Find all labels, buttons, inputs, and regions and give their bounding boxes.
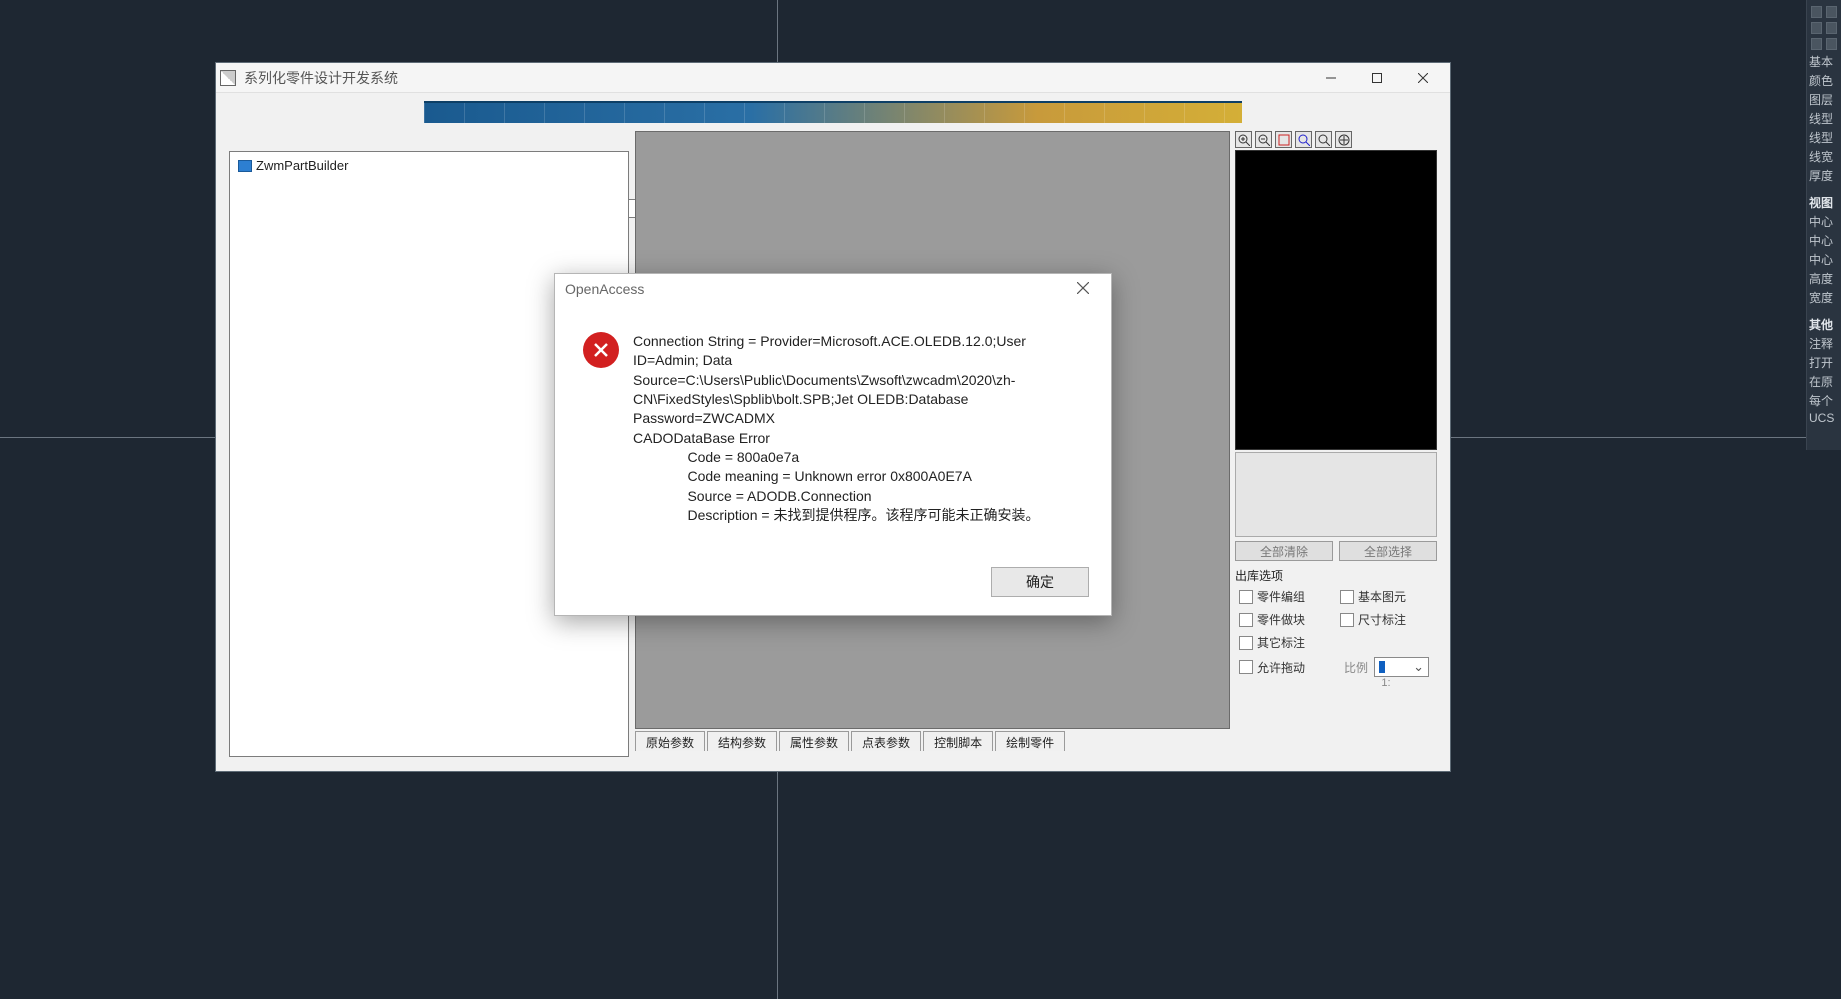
ok-button[interactable]: 确定 [991,567,1089,597]
dialog-title: OpenAccess [565,281,644,297]
palette-icons-row2 [1807,20,1841,36]
bottom-tabs: 原始参数 结构参数 属性参数 点表参数 控制脚本 绘制零件 [635,731,1065,751]
chk-part-group[interactable]: 零件编组 [1239,588,1332,605]
select-all-button[interactable]: 全部选择 [1339,541,1437,561]
clear-all-button[interactable]: 全部清除 [1235,541,1333,561]
palette-icon[interactable] [1826,6,1837,18]
palette-icon[interactable] [1811,6,1822,18]
zoom-out-icon[interactable] [1255,131,1272,148]
palette-item[interactable]: 宽度 [1807,288,1841,307]
dialog-close-button[interactable] [1065,282,1101,297]
maximize-button[interactable] [1354,63,1400,93]
palette-item[interactable]: 注释 [1807,334,1841,353]
minimize-button[interactable] [1308,63,1354,93]
chk-other-annotation[interactable]: 其它标注 [1239,634,1332,651]
right-pane: 全部清除 全部选择 出库选项 零件编组 基本图元 零件做块 尺寸标注 其它标注 … [1235,131,1437,757]
selection-buttons: 全部清除 全部选择 [1235,541,1437,561]
zoom-extents-icon[interactable] [1295,131,1312,148]
error-dialog: OpenAccess Connection String = Provider=… [554,273,1112,616]
chk-part-block[interactable]: 零件做块 [1239,611,1332,628]
palette-item[interactable]: 每个 [1807,391,1841,410]
palette-icons-row1 [1807,4,1841,20]
error-icon [583,332,619,368]
zoom-window-icon[interactable] [1275,131,1292,148]
palette-icon[interactable] [1826,38,1837,50]
zoom-toolbar [1235,131,1437,148]
chk-label: 基本图元 [1358,588,1406,605]
window-title: 系列化零件设计开发系统 [244,68,398,88]
tab-raw-params[interactable]: 原始参数 [635,731,705,751]
palette-section-view: 视图 [1807,193,1841,212]
chk-label: 零件编组 [1257,588,1305,605]
palette-item[interactable]: 在原 [1807,372,1841,391]
tab-attr-params[interactable]: 属性参数 [779,731,849,751]
palette-item[interactable]: 中心 [1807,231,1841,250]
dialog-body: Connection String = Provider=Microsoft.A… [555,304,1111,563]
palette-item[interactable]: 线宽 [1807,147,1841,166]
ratio-label: 比例 [1344,659,1368,676]
palette-icon[interactable] [1811,38,1822,50]
palette-item[interactable]: 打开 [1807,353,1841,372]
export-section-label: 出库选项 [1235,567,1437,584]
zoom-all-icon[interactable] [1335,131,1352,148]
chk-basic-entity[interactable]: 基本图元 [1340,588,1433,605]
palette-item[interactable]: 厚度 [1807,166,1841,185]
palette-item[interactable]: 图层 [1807,90,1841,109]
dialog-titlebar: OpenAccess [555,274,1111,304]
close-button[interactable] [1400,63,1446,93]
palette-item[interactable]: 线型 [1807,128,1841,147]
palette-item[interactable]: 中心 [1807,212,1841,231]
palette-icon[interactable] [1826,22,1837,34]
tab-point-params[interactable]: 点表参数 [851,731,921,751]
app-icon [220,70,236,86]
tab-draw-part[interactable]: 绘制零件 [995,731,1065,751]
tab-script[interactable]: 控制脚本 [923,731,993,751]
chk-dim-annotation[interactable]: 尺寸标注 [1340,611,1433,628]
palette-item[interactable]: 线型 [1807,109,1841,128]
chk-label: 其它标注 [1257,634,1305,651]
palette-icon[interactable] [1811,22,1822,34]
palette-section-other: 其他 [1807,315,1841,334]
palette-item[interactable]: 颜色 [1807,71,1841,90]
export-options: 零件编组 基本图元 零件做块 尺寸标注 其它标注 允许拖动 比例 ⌄ [1235,588,1437,677]
tree-root-label: ZwmPartBuilder [256,158,348,173]
header-banner [424,101,1242,123]
palette-item[interactable]: UCS [1807,410,1841,426]
window-titlebar: 系列化零件设计开发系统 [216,63,1450,93]
dialog-footer: 确定 [555,563,1111,615]
palette-item[interactable]: 基本 [1807,52,1841,71]
ratio-select[interactable]: ⌄ [1374,657,1429,677]
preview-thumbnail[interactable] [1235,150,1437,450]
chk-allow-drag[interactable]: 允许拖动 [1239,657,1332,677]
error-message: Connection String = Provider=Microsoft.A… [633,332,1091,563]
palette-icons-row3 [1807,36,1841,52]
preview-list[interactable] [1235,452,1437,537]
tab-struct-params[interactable]: 结构参数 [707,731,777,751]
chevron-down-icon: ⌄ [1413,659,1424,675]
chk-label: 尺寸标注 [1358,611,1406,628]
tree-node-icon [238,160,252,172]
tree-root[interactable]: ZwmPartBuilder [238,158,620,173]
palette-item[interactable]: 中心 [1807,250,1841,269]
chk-label: 零件做块 [1257,611,1305,628]
chk-label: 允许拖动 [1257,659,1305,676]
ratio-subtext: 1: [1335,677,1437,689]
properties-palette: 基本 颜色 图层 线型 线型 线宽 厚度 视图 中心 中心 中心 高度 宽度 其… [1806,0,1841,450]
zoom-in-icon[interactable] [1235,131,1252,148]
pan-icon[interactable] [1315,131,1332,148]
palette-item[interactable]: 高度 [1807,269,1841,288]
